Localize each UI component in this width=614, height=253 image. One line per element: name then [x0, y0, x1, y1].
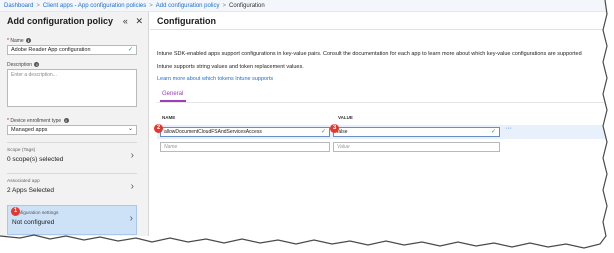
- torn-edge-decoration: [0, 0, 614, 253]
- screenshot-frame: Dashboard > Client apps - App configuratio…: [0, 0, 614, 253]
